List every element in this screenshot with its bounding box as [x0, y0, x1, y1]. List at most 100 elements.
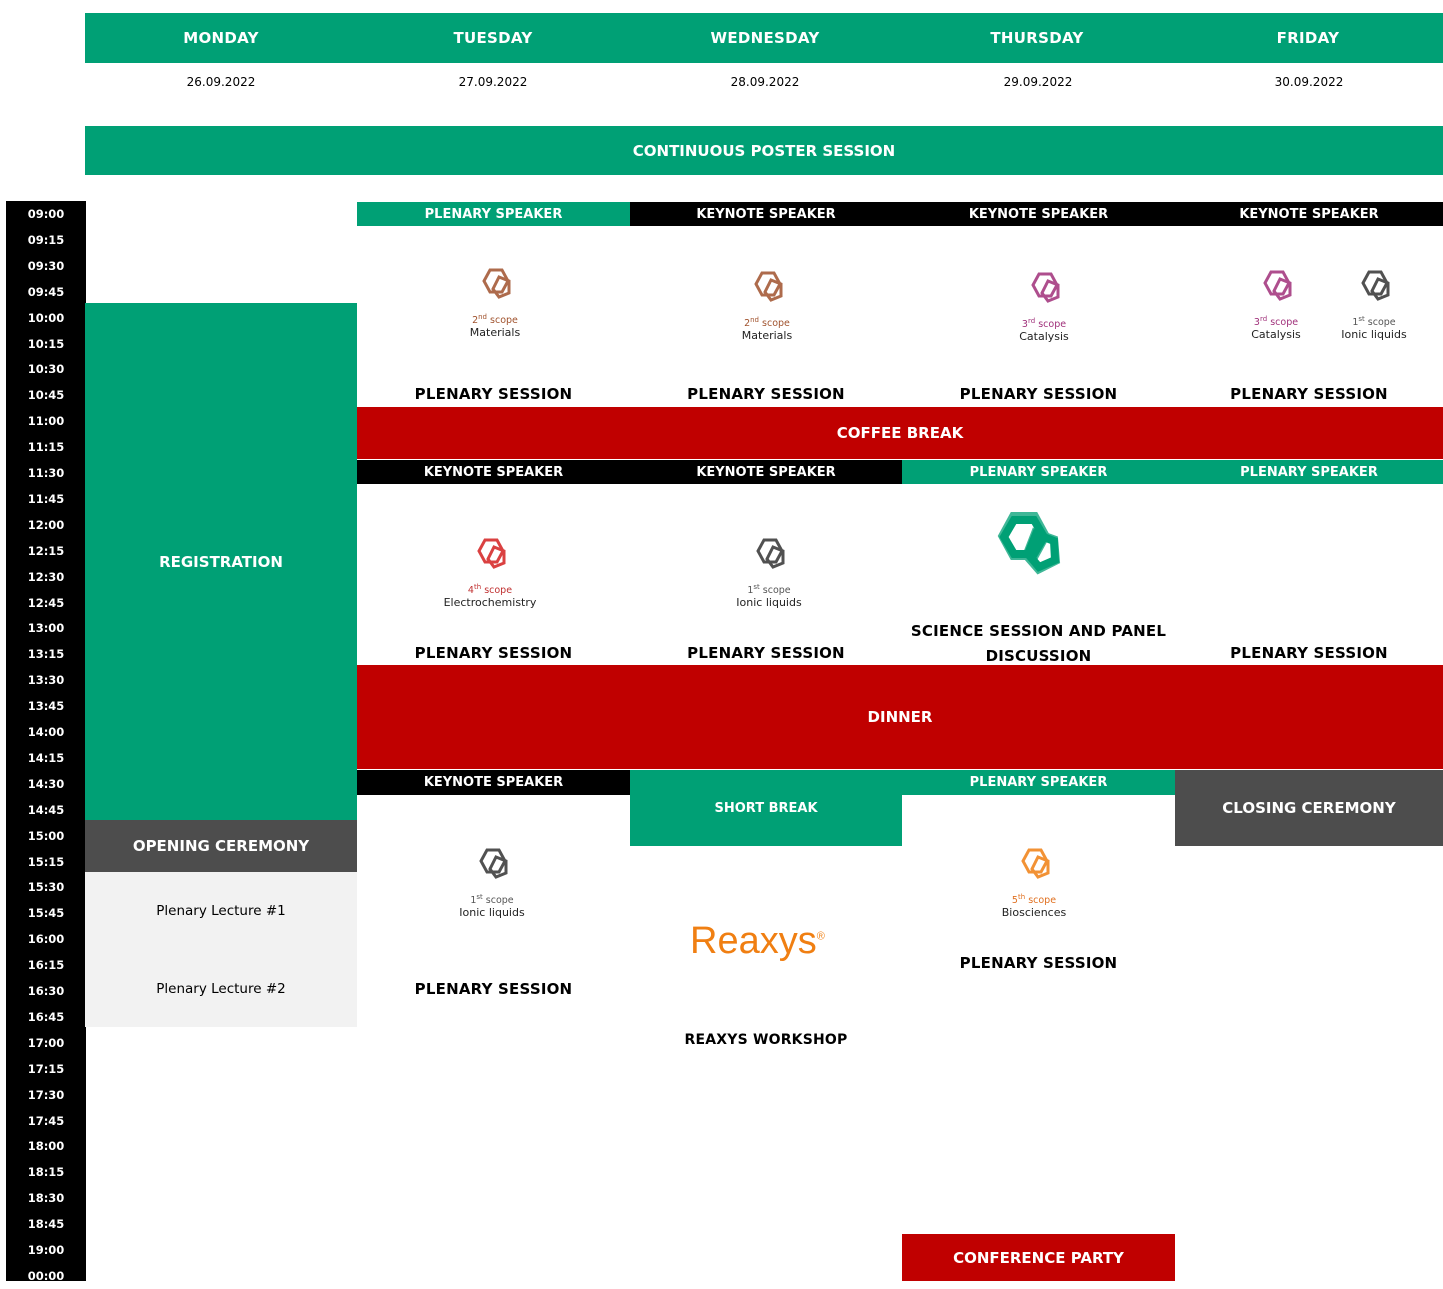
day-thursday: THURSDAY — [990, 29, 1084, 47]
tue-afternoon-keynote-bar: KEYNOTE SPEAKER — [357, 770, 630, 795]
scope-topic: Biosciences — [1001, 906, 1067, 920]
time-label: 09:45 — [27, 284, 65, 299]
scope-ordinal: th — [473, 583, 482, 591]
hexagon-molecule-icon — [1361, 270, 1390, 301]
day-tuesday: TUESDAY — [453, 29, 533, 47]
reaxys-logo-text: Reaxys — [690, 920, 817, 962]
ionic-liquids-scope-logo: 1st scope Ionic liquids — [727, 532, 811, 609]
time-label: 00:00 — [27, 1268, 65, 1283]
time-label: 12:30 — [27, 569, 65, 584]
scope-word: scope — [1367, 317, 1396, 329]
dinner-bar: DINNER — [357, 665, 1443, 769]
time-label: 13:00 — [27, 621, 65, 636]
thu-science-session: SCIENCE SESSION AND PANEL DISCUSSION — [910, 622, 1167, 665]
scope-topic: Catalysis — [1251, 328, 1301, 342]
time-label: 17:45 — [27, 1113, 65, 1128]
conference-party-block: CONFERENCE PARTY — [902, 1234, 1175, 1281]
day-monday: MONDAY — [183, 29, 259, 47]
time-label: 16:00 — [27, 932, 65, 947]
ionic-liquids-scope-logo: 1st scope Ionic liquids — [1332, 264, 1416, 341]
time-label: 11:30 — [27, 466, 65, 480]
scope-word: scope — [762, 318, 790, 330]
hexagon-molecule-icon — [477, 538, 506, 569]
plenary-lecture-1: Plenary Lecture #1 — [85, 872, 357, 950]
day-friday: FRIDAY — [1276, 29, 1340, 47]
tue-midday-plenary-session: PLENARY SESSION — [414, 644, 573, 662]
tue-plenary-speaker-bar: PLENARY SPEAKER — [357, 202, 630, 226]
time-label: 15:00 — [27, 828, 65, 843]
tue-morning-plenary-session: PLENARY SESSION — [414, 385, 573, 403]
date-monday: 26.09.2022 — [186, 75, 256, 89]
time-label: 13:15 — [27, 647, 65, 662]
thu-afternoon-plenary-bar: PLENARY SPEAKER — [902, 770, 1175, 795]
date-thursday: 29.09.2022 — [1003, 75, 1073, 89]
registration-block: REGISTRATION — [85, 303, 357, 820]
time-label: 11:00 — [27, 414, 65, 429]
opening-ceremony-block: OPENING CEREMONY — [85, 820, 357, 872]
thu-keynote-speaker-bar: KEYNOTE SPEAKER — [902, 202, 1175, 226]
scope-topic: Electrochemistry — [443, 596, 537, 610]
time-label: 18:30 — [27, 1191, 65, 1206]
short-break-block: SHORT BREAK — [630, 770, 902, 846]
time-label: 10:15 — [27, 336, 65, 351]
time-label: 14:30 — [27, 776, 65, 791]
time-label: 10:00 — [27, 310, 65, 325]
time-label: 15:45 — [27, 906, 65, 921]
thu-afternoon-plenary-session: PLENARY SESSION — [959, 954, 1118, 972]
time-label: 13:45 — [27, 699, 65, 714]
wed-morning-plenary-session: PLENARY SESSION — [687, 385, 845, 403]
materials-scope-logo: 2nd scope Materials — [455, 262, 535, 339]
time-label: 10:30 — [27, 362, 65, 377]
biosciences-scope-logo: 5th scope Biosciences — [994, 842, 1074, 919]
fri-morning-plenary-session: PLENARY SESSION — [1230, 385, 1388, 403]
thu-plenary-speaker-bar: PLENARY SPEAKER — [902, 460, 1175, 484]
time-label: 09:15 — [27, 232, 65, 247]
hexagon-molecule-icon — [1031, 272, 1060, 303]
time-label: 17:15 — [27, 1061, 65, 1076]
electrochemistry-scope-logo: 4th scope Electrochemistry — [430, 532, 550, 609]
time-label: 18:00 — [27, 1139, 65, 1154]
scope-topic: Materials — [741, 329, 793, 343]
time-label: 19:00 — [27, 1243, 65, 1257]
reaxys-logo: Reaxys® — [690, 920, 850, 963]
time-label: 17:30 — [27, 1087, 65, 1102]
scope-ordinal: st — [1358, 315, 1365, 323]
hexagon-molecule-icon — [479, 848, 508, 879]
scope-word: scope — [762, 585, 791, 597]
date-tuesday: 27.09.2022 — [458, 75, 528, 89]
fri-midday-plenary-session: PLENARY SESSION — [1230, 644, 1388, 662]
coffee-break-bar: COFFEE BREAK — [357, 407, 1443, 459]
scope-ordinal: nd — [750, 316, 760, 324]
time-label: 15:15 — [27, 854, 65, 869]
time-label: 14:45 — [27, 802, 65, 817]
scope-word: scope — [490, 315, 518, 327]
date-friday: 30.09.2022 — [1274, 75, 1344, 89]
scope-ordinal: nd — [478, 313, 488, 321]
scope-word: scope — [485, 895, 514, 907]
catalysis-scope-logo: 3rd scope Catalysis — [1004, 266, 1084, 343]
reaxys-workshop-label: REAXYS WORKSHOP — [684, 1032, 848, 1048]
scope-ordinal: st — [753, 583, 760, 591]
scope-word: scope — [484, 585, 513, 597]
time-label: 18:45 — [27, 1217, 65, 1232]
time-label: 11:45 — [27, 491, 65, 506]
time-label: 15:30 — [27, 880, 65, 895]
hexagon-molecule-icon — [754, 271, 783, 302]
hexagon-molecule-icon — [1263, 270, 1292, 301]
scope-word: scope — [1270, 317, 1299, 329]
date-wednesday: 28.09.2022 — [730, 75, 800, 89]
wed-keynote-speaker-bar: KEYNOTE SPEAKER — [630, 202, 902, 226]
plenary-lecture-2: Plenary Lecture #2 — [85, 950, 357, 1027]
thu-morning-plenary-session: PLENARY SESSION — [959, 385, 1118, 403]
wed-midday-plenary-session: PLENARY SESSION — [687, 644, 845, 662]
scope-topic: Ionic liquids — [736, 596, 802, 610]
scope-topic: Ionic liquids — [459, 906, 525, 920]
tue-keynote-speaker-bar: KEYNOTE SPEAKER — [357, 460, 630, 484]
time-label: 10:45 — [27, 388, 65, 403]
scope-ordinal: st — [476, 893, 483, 901]
time-label: 12:15 — [27, 543, 65, 558]
poster-session-bar: CONTINUOUS POSTER SESSION — [85, 126, 1443, 175]
hexagon-molecule-icon — [1021, 848, 1050, 879]
day-wednesday: WEDNESDAY — [710, 29, 820, 47]
day-header-bar: MONDAY TUESDAY WEDNESDAY THURSDAY FRIDAY — [85, 13, 1443, 63]
